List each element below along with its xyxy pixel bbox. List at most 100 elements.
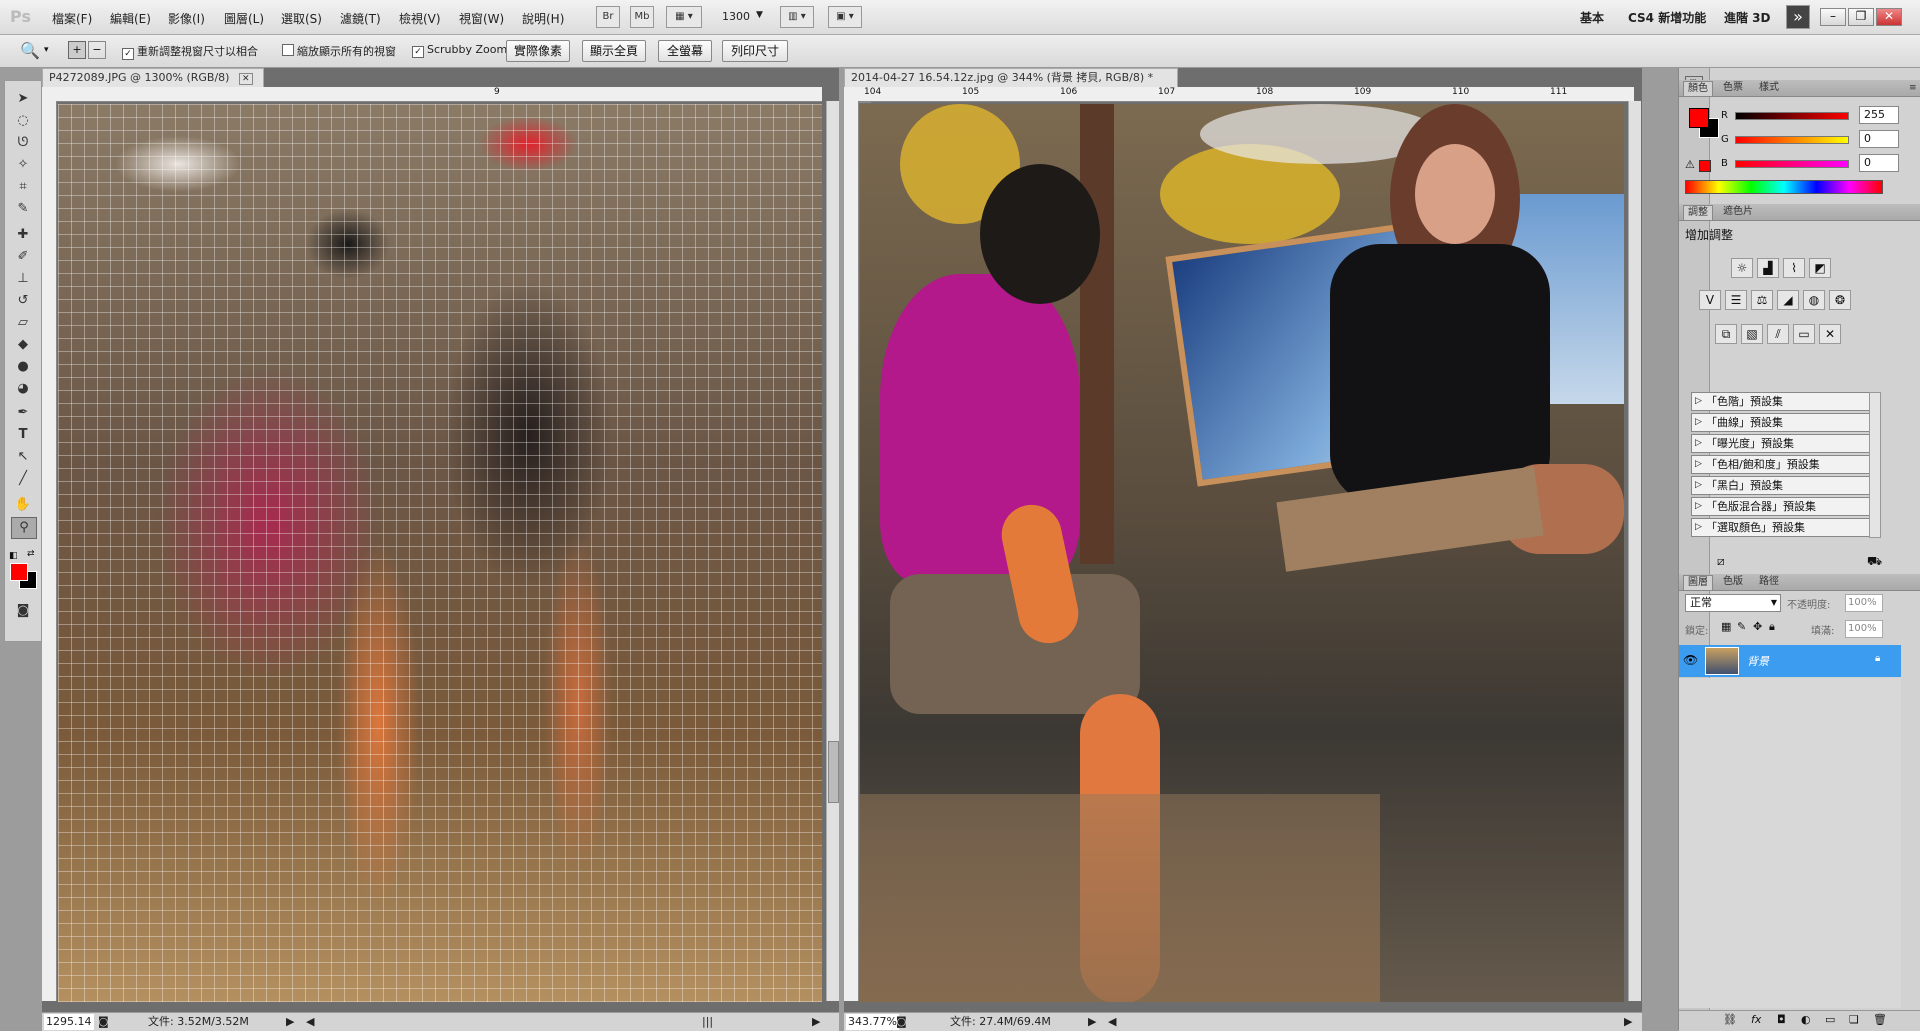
lock-transparent-icon[interactable]: ▦ — [1721, 620, 1731, 633]
quick-mask-icon[interactable]: ◙ — [11, 601, 35, 621]
vertical-scrollbar-2[interactable] — [1628, 101, 1641, 1001]
scroll-right-icon[interactable]: ▶ — [812, 1014, 820, 1030]
actual-pixels-button[interactable]: 實際像素 — [506, 40, 570, 62]
photo-filter-icon[interactable]: ◍ — [1803, 290, 1825, 310]
tab-adjustments[interactable]: 調整 — [1683, 205, 1713, 220]
menu-help[interactable]: 說明(H) — [522, 10, 564, 27]
new-group-icon[interactable]: ▭ — [1825, 1013, 1835, 1026]
preset-selective-color[interactable]: 「選取顏色」預設集 — [1691, 518, 1879, 537]
path-select-tool-icon[interactable]: ↖ — [11, 447, 35, 467]
tab-color[interactable]: 顏色 — [1683, 81, 1713, 96]
tab-styles[interactable]: 樣式 — [1755, 81, 1783, 95]
preset-channel-mixer[interactable]: 「色版混合器」預設集 — [1691, 497, 1879, 516]
fill-screen-button[interactable]: 全螢幕 — [658, 40, 712, 62]
delete-layer-icon[interactable]: 🗑︎ — [1873, 1013, 1887, 1026]
pen-tool-icon[interactable]: ✒ — [11, 403, 35, 423]
status-menu-arrow-icon[interactable]: ▶ — [286, 1014, 294, 1030]
posterize-icon[interactable]: ▧ — [1741, 324, 1763, 344]
scroll-thumb-h[interactable]: ||| — [702, 1014, 713, 1030]
print-size-button[interactable]: 列印尺寸 — [722, 40, 788, 62]
image-canvas-1[interactable] — [58, 104, 822, 1002]
foreground-color-swatch[interactable] — [10, 563, 28, 581]
document-tab-1[interactable]: P4272089.JPG @ 1300% (RGB/8) ✕ — [42, 68, 264, 88]
zoom-tool-icon[interactable]: ⚲ — [11, 517, 37, 539]
clip-to-layer-icon[interactable]: ⧄ — [1717, 554, 1725, 569]
move-tool-icon[interactable]: ➤ — [11, 89, 35, 109]
gamut-warning-icon[interactable]: ⚠ — [1685, 158, 1695, 171]
menu-layer[interactable]: 圖層(L) — [224, 10, 264, 27]
layer-mask-icon[interactable]: ◘ — [1777, 1013, 1786, 1026]
bridge-button[interactable]: Br — [596, 6, 620, 28]
tab-masks[interactable]: 遮色片 — [1719, 205, 1757, 219]
tab-layers[interactable]: 圖層 — [1683, 575, 1713, 590]
preset-black-white[interactable]: 「黑白」預設集 — [1691, 476, 1879, 495]
tab-channels[interactable]: 色版 — [1719, 575, 1747, 589]
fill-input[interactable]: 100% — [1845, 620, 1883, 638]
zoom-percentage-2[interactable]: 343.77% — [846, 1014, 899, 1030]
new-adjustment-layer-icon[interactable]: ◐ — [1801, 1013, 1811, 1026]
r-slider[interactable] — [1735, 112, 1849, 120]
blur-tool-icon[interactable]: ● — [11, 357, 35, 377]
crop-tool-icon[interactable]: ⌗ — [11, 177, 35, 197]
scroll-thumb[interactable] — [828, 741, 839, 803]
arrange-documents-button[interactable]: ▥ ▾ — [780, 6, 814, 28]
screen-mode-button[interactable]: ▣ ▾ — [828, 6, 862, 28]
zoom-in-icon[interactable]: + — [68, 41, 86, 59]
zoom-all-windows-checkbox[interactable]: 縮放顯示所有的視窗 — [282, 43, 396, 59]
presets-scrollbar[interactable] — [1869, 392, 1881, 538]
menu-edit[interactable]: 編輯(E) — [110, 10, 151, 27]
menu-select[interactable]: 選取(S) — [281, 10, 322, 27]
lock-all-icon[interactable]: 🔒︎ — [1769, 620, 1775, 634]
restore-icon[interactable]: ❐ — [1848, 8, 1874, 26]
invert-icon[interactable]: ⧉ — [1715, 324, 1737, 344]
resize-windows-checkbox[interactable]: ✓ 重新調整視窗尺寸以相合 — [122, 43, 258, 60]
tool-preset-dropdown[interactable]: ▾ — [44, 45, 49, 55]
zoom-percentage[interactable]: 1295.14 — [44, 1014, 94, 1030]
hue-saturation-icon[interactable]: ☰ — [1725, 290, 1747, 310]
view-extras-button[interactable]: ▦ ▾ — [666, 6, 702, 28]
adjustment-options-icon[interactable]: ⛟ — [1867, 554, 1882, 570]
zoom-level-select[interactable]: 1300 — [722, 10, 750, 23]
history-brush-tool-icon[interactable]: ↺ — [11, 291, 35, 311]
selective-color-icon[interactable]: ✕ — [1819, 324, 1841, 344]
close-icon[interactable]: ✕ — [1876, 8, 1902, 26]
document-tab-2[interactable]: 2014-04-27 16.54.12z.jpg @ 344% (背景 拷貝, … — [844, 68, 1178, 103]
gradient-map-icon[interactable]: ▭ — [1793, 324, 1815, 344]
layer-style-icon[interactable]: fx — [1751, 1013, 1761, 1026]
paint-bucket-tool-icon[interactable]: ◆ — [11, 335, 35, 355]
tab-swatches[interactable]: 色票 — [1719, 81, 1747, 95]
layer-name[interactable]: 背景 — [1747, 653, 1769, 669]
marquee-tool-icon[interactable]: ◌ — [11, 111, 35, 131]
more-workspaces-button[interactable]: » — [1786, 5, 1810, 29]
lock-position-icon[interactable]: ✥ — [1753, 620, 1762, 633]
preset-exposure[interactable]: 「曝光度」預設集 — [1691, 434, 1879, 453]
scroll-right-icon[interactable]: ▶ — [1624, 1014, 1632, 1030]
swap-colors-icon[interactable]: ⇄ — [27, 549, 35, 559]
layer-row-background[interactable]: 👁︎ 背景 🔒︎ — [1679, 645, 1901, 677]
minimize-icon[interactable]: – — [1820, 8, 1846, 26]
scroll-left-icon[interactable]: ◀ — [1108, 1014, 1116, 1030]
threshold-icon[interactable]: ⫽ — [1767, 324, 1789, 344]
scrubby-zoom-checkbox[interactable]: ✓ Scrubby Zoom — [412, 43, 507, 58]
lasso-tool-icon[interactable]: ᘎ — [11, 133, 35, 153]
b-slider[interactable] — [1735, 160, 1849, 168]
black-white-icon[interactable]: ◢ — [1777, 290, 1799, 310]
color-spectrum-ramp[interactable] — [1685, 180, 1883, 194]
minibridge-button[interactable]: Mb — [630, 6, 654, 28]
close-tab-icon[interactable]: ✕ — [238, 73, 253, 85]
channel-mixer-icon[interactable]: ❂ — [1829, 290, 1851, 310]
default-colors-icon[interactable]: ◧ — [9, 551, 18, 561]
dodge-tool-icon[interactable]: ◕ — [11, 379, 35, 399]
hand-tool-icon[interactable]: ✋ — [11, 495, 35, 515]
healing-brush-tool-icon[interactable]: ✚ — [11, 225, 35, 245]
color-balance-icon[interactable]: ⚖ — [1751, 290, 1773, 310]
scroll-left-icon[interactable]: ◀ — [306, 1014, 314, 1030]
zoom-tool-icon[interactable]: 🔍 — [20, 41, 40, 60]
type-tool-icon[interactable]: T — [11, 425, 35, 445]
preset-levels[interactable]: 「色階」預設集 — [1691, 392, 1879, 411]
g-slider[interactable] — [1735, 136, 1849, 144]
brush-tool-icon[interactable]: ✐ — [11, 247, 35, 267]
opacity-input[interactable]: 100% — [1845, 594, 1883, 612]
curves-icon[interactable]: ⌇ — [1783, 258, 1805, 278]
eraser-tool-icon[interactable]: ▱ — [11, 313, 35, 333]
